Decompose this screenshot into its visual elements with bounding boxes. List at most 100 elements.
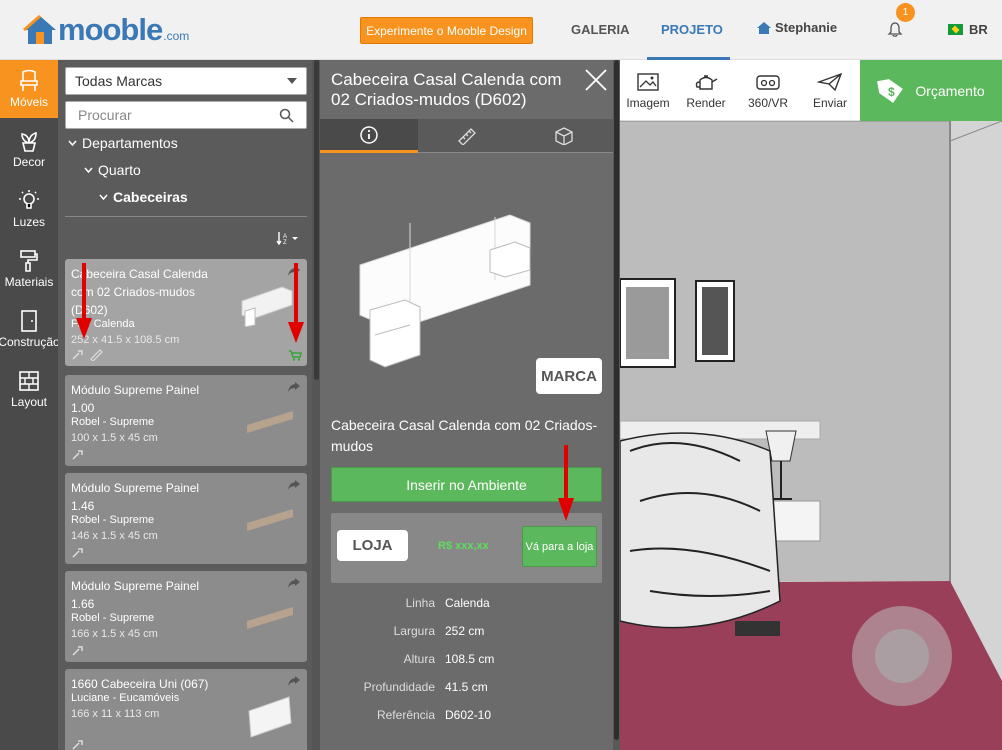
tool-label: Enviar [812,95,847,110]
tree-label: Cabeceiras [113,189,188,205]
spec-row: Profundidade 41.5 cm [320,680,613,694]
ruler-icon [457,127,476,145]
go-to-store-button[interactable]: Vá para a loja [522,526,597,567]
share-icon[interactable] [288,578,300,588]
chevron-down-icon [84,167,93,173]
tab-dimensions[interactable] [417,119,516,153]
sort-button[interactable]: AZ [276,231,300,245]
divider [65,216,307,217]
sidebar-item-construcao[interactable]: Construção [0,300,60,358]
category-sidebar: Móveis Decor Luzes Materiais Construção … [0,60,60,750]
share-icon[interactable] [288,676,300,686]
annotation-arrow [288,263,304,343]
spec-row: Altura 108.5 cm [320,652,613,666]
ruler-icon[interactable] [90,349,103,361]
product-brand: Robel - Supreme [71,416,155,428]
tree-departamentos[interactable]: Departamentos [68,135,178,151]
spec-key: Referência [376,708,435,722]
share-icon[interactable] [288,382,300,392]
close-icon[interactable] [584,68,608,92]
notifications-button[interactable] [887,22,903,43]
caret-down-icon [287,78,297,84]
room-render [620,121,1002,750]
brick-wall-icon [19,371,39,391]
top-bar: mooble .com Experimente o Mooble Design … [0,0,1002,60]
plant-icon [21,131,37,152]
product-dimensions: 146 x 1.5 x 45 cm [71,530,158,542]
product-dimensions: 166 x 1.5 x 45 cm [71,628,158,640]
sidebar-label: Móveis [9,95,48,109]
sidebar-item-layout[interactable]: Layout [0,360,58,418]
brand-filter-select[interactable]: Todas Marcas [65,67,307,95]
wrench-icon[interactable] [71,739,84,750]
chevron-down-icon [68,140,77,146]
product-card[interactable]: 1660 Cabeceira Uni (067) Luciane - Eucam… [65,669,307,750]
search-input[interactable]: Procurar [65,101,307,129]
mooble-logo[interactable]: mooble .com [22,14,189,46]
logo-text: mooble [58,12,163,47]
tree-label: Quarto [98,162,141,178]
sidebar-item-decor[interactable]: Decor [0,120,58,178]
sidebar-item-materiais[interactable]: Materiais [0,240,58,298]
catalog-scrollbar-thumb[interactable] [314,60,319,380]
detail-tabs [320,119,613,153]
product-card[interactable]: Módulo Supreme Painel 1.66 Robel - Supre… [65,571,307,662]
wrench-icon[interactable] [71,547,84,559]
product-brand: Robel - Supreme [71,514,155,526]
home-icon [757,21,771,34]
language-code: BR [969,22,988,37]
send-tool-button[interactable]: Enviar [800,60,860,121]
spec-value: 41.5 cm [445,680,488,694]
sidebar-item-moveis[interactable]: Móveis [0,60,58,118]
room-3d-viewport[interactable] [620,121,1002,750]
chevron-down-icon [99,194,108,200]
annotation-arrow [558,445,574,521]
svg-text:Z: Z [283,240,287,245]
product-card[interactable]: Módulo Supreme Painel 1.00 Robel - Supre… [65,375,307,466]
product-dimensions: 100 x 1.5 x 45 cm [71,432,158,444]
language-selector[interactable]: BR [948,22,988,37]
spec-value: 108.5 cm [445,652,495,666]
nav-galeria[interactable]: GALERIA [571,22,630,37]
wrench-icon[interactable] [71,349,84,361]
sidebar-label: Materiais [4,275,54,289]
share-icon[interactable] [288,480,300,490]
detail-scrollbar-thumb[interactable] [614,60,619,740]
image-tool-button[interactable]: Imagem [620,60,676,121]
logo-suffix: .com [163,29,190,43]
vr-tool-button[interactable]: 360/VR [736,60,800,121]
wrench-icon[interactable] [71,449,84,461]
sidebar-item-luzes[interactable]: Luzes [0,180,58,238]
sort-az-icon: AZ [276,232,298,245]
experiment-mooble-design-button[interactable]: Experimente o Mooble Design [360,17,533,44]
tool-label: 360/VR [747,95,789,110]
tab-info[interactable] [320,119,418,153]
quote-button[interactable]: $ Orçamento [860,60,1002,121]
search-placeholder: Procurar [78,107,132,123]
brand-logo-badge: MARCA [536,358,602,394]
info-icon [360,125,378,144]
detail-title: Cabeceira Casal Calenda com 02 Criados-m… [331,70,562,109]
user-menu[interactable]: Stephanie [756,20,837,35]
annotation-arrow [76,263,92,339]
tree-quarto[interactable]: Quarto [84,162,141,178]
lightbulb-icon [19,190,39,209]
nav-projeto[interactable]: PROJETO [661,22,723,37]
tool-label: Render [686,95,726,110]
price: R$ xxx,xx [438,540,489,552]
wrench-icon[interactable] [71,645,84,657]
tree-cabeceiras[interactable]: Cabeceiras [99,189,188,205]
sidebar-label: Layout [10,395,48,409]
product-card[interactable]: Cabeceira Casal Calenda com 02 Criados-m… [65,259,307,366]
product-card[interactable]: Módulo Supreme Painel 1.46 Robel - Supre… [65,473,307,564]
tab-3d-view[interactable] [515,119,613,153]
spec-key: Altura [403,652,435,666]
quote-label: Orçamento [915,82,985,99]
notification-badge: 1 [896,3,915,22]
house-logo-icon [23,14,56,44]
render-tool-button[interactable]: Render [676,60,736,121]
viewer-toolbar: Imagem Render 360/VR Enviar [620,60,860,121]
search-icon[interactable] [279,108,294,123]
cart-icon[interactable] [289,350,302,361]
spec-row: Linha Calenda [320,596,613,610]
